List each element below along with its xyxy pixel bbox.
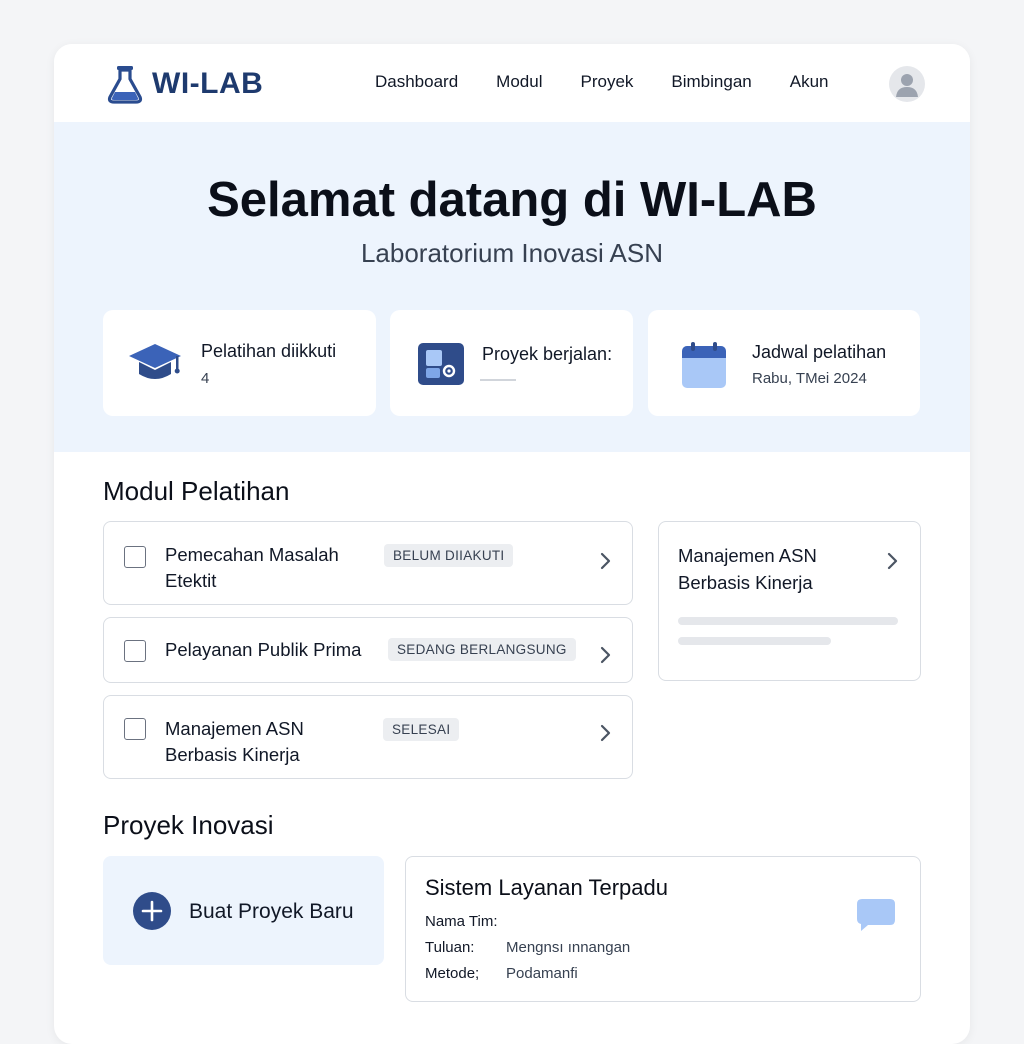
module-title-line2: Etektit: [165, 570, 217, 591]
hero-title: Selamat datang di WI-LAB: [207, 173, 817, 227]
user-avatar[interactable]: [889, 66, 925, 102]
skeleton-line: [678, 637, 831, 645]
nav-proyek[interactable]: Proyek: [580, 72, 633, 92]
modules-section-title: Modul Pelatihan: [103, 476, 290, 506]
module-row[interactable]: Manajemen ASN Berbasis Kinerja SELESAI: [103, 695, 633, 779]
hero-section: Selamat datang di WI-LAB Laboratorium In…: [54, 122, 970, 452]
new-project-button[interactable]: Buat Proyek Baru: [103, 856, 384, 965]
module-title: Pemecahan Masalah Etektit: [165, 542, 339, 594]
project-gear-icon: [418, 343, 464, 385]
status-badge: SELESAI: [383, 718, 460, 741]
project-field-value: Podamanfi: [506, 965, 578, 982]
top-navbar: WI-LAB Dashboard Modul Proyek Bimbingan …: [54, 44, 970, 122]
module-title-line1: Manajemen ASN: [165, 718, 304, 739]
module-title: Manajemen ASN Berbasis Kinerja: [165, 716, 304, 768]
chevron-right-icon: [600, 552, 611, 570]
nav-bimbingan[interactable]: Bimbingan: [671, 72, 751, 92]
chevron-right-icon: [887, 552, 898, 570]
chevron-right-icon: [600, 646, 611, 664]
status-badge: SEDANG BERLANGSUNG: [388, 638, 576, 661]
chat-bubble-icon[interactable]: [856, 897, 896, 933]
stat-label: Jadwal pelatihan: [752, 342, 887, 362]
chevron-right-icon: [600, 724, 611, 742]
app-name: WI-LAB: [152, 67, 264, 100]
hero-subtitle: Laboratorium Inovasi ASN: [360, 238, 664, 268]
project-title: Sistem Layanan Terpadu: [425, 875, 668, 900]
module-checkbox[interactable]: [124, 640, 146, 662]
stat-label: Proyek berjalan:: [482, 344, 613, 364]
nav-akun[interactable]: Akun: [790, 72, 829, 92]
new-project-label: Buat Proyek Baru: [189, 900, 354, 923]
projects-section-title: Proyek Inovasi: [103, 810, 274, 840]
main-nav: Dashboard Modul Proyek Bimbingan Akun: [375, 72, 866, 92]
stat-value: Rabu, TMei 2024: [752, 370, 867, 387]
empty-value-placeholder: [480, 379, 516, 381]
module-title-line1: Pelayanan Publik Prima: [165, 639, 362, 660]
project-field-key: Tuluan:: [425, 939, 475, 956]
module-row[interactable]: Pelayanan Publik Prima SEDANG BERLANGSUN…: [103, 617, 633, 683]
user-avatar-icon: [896, 74, 918, 97]
project-field-key: Nama Tim:: [425, 913, 498, 930]
skeleton-line: [678, 617, 898, 625]
module-title-line1: Pemecahan Masalah: [165, 544, 339, 565]
logo[interactable]: WI-LAB: [106, 64, 263, 104]
featured-title-line1: Manajemen ASN: [678, 545, 817, 566]
featured-module-card[interactable]: Manajemen ASN Berbasis Kinerja: [658, 521, 921, 681]
stat-value: 4: [201, 370, 210, 387]
project-card[interactable]: Sistem Layanan Terpadu Nama Tim: Tuluan:…: [405, 856, 921, 1002]
featured-module-title: Manajemen ASN Berbasis Kinerja: [678, 542, 817, 596]
graduation-cap-icon: [129, 344, 181, 379]
nav-dashboard[interactable]: Dashboard: [375, 72, 458, 92]
module-row[interactable]: Pemecahan Masalah Etektit BELUM DIIAKUTI: [103, 521, 633, 605]
stat-card-projects[interactable]: Proyek berjalan:: [390, 310, 633, 416]
nav-modul[interactable]: Modul: [496, 72, 542, 92]
module-title-line2: Berbasis Kinerja: [165, 744, 300, 765]
project-field-key: Metode;: [425, 965, 480, 982]
plus-icon: [133, 892, 171, 930]
stat-card-trainings[interactable]: Pelatihan diikkuti 4: [103, 310, 376, 416]
app-window: WI-LAB Dashboard Modul Proyek Bimbingan …: [54, 44, 970, 1044]
flask-icon: [107, 66, 143, 104]
calendar-icon: [682, 342, 726, 388]
featured-title-line2: Berbasis Kinerja: [678, 572, 813, 593]
status-badge: BELUM DIIAKUTI: [384, 544, 514, 567]
module-checkbox[interactable]: [124, 546, 146, 568]
stat-label: Pelatihan diikkuti: [201, 341, 337, 361]
module-title: Pelayanan Publik Prima: [165, 637, 361, 663]
project-field-value: Mengnsı ınnangan: [506, 939, 631, 956]
module-checkbox[interactable]: [124, 718, 146, 740]
stat-card-schedule[interactable]: Jadwal pelatihan Rabu, TMei 2024: [648, 310, 920, 416]
